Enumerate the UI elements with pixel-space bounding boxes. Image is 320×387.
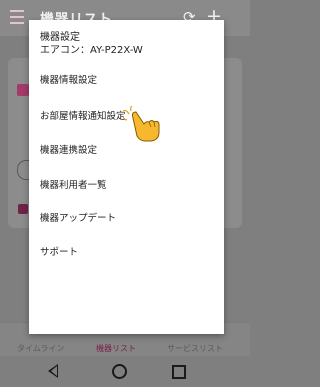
back-icon[interactable] bbox=[48, 364, 58, 378]
menu-item-device-link[interactable]: 機器連携設定 bbox=[40, 142, 97, 156]
menu-item-update[interactable]: 機器アップデート bbox=[40, 210, 116, 224]
menu-item-user-list[interactable]: 機器利用者一覧 bbox=[40, 177, 107, 191]
hamburger-menu-icon[interactable] bbox=[10, 10, 28, 24]
home-icon[interactable] bbox=[112, 364, 127, 379]
status-icon bbox=[18, 204, 28, 214]
system-nav-bar bbox=[0, 356, 250, 387]
hand-pointer-icon bbox=[123, 106, 160, 142]
menu-item-room-notify[interactable]: お部屋情報通知設定 bbox=[40, 108, 126, 122]
tab-timeline[interactable]: タイムライン bbox=[17, 343, 64, 354]
screen: 機器リスト ⟳ + ⚙ 見る タイムライン 機器リスト サービスリスト 機器設定… bbox=[0, 0, 250, 387]
menu-item-support[interactable]: サポート bbox=[40, 244, 78, 258]
recents-icon[interactable] bbox=[172, 365, 186, 379]
menu-item-device-info[interactable]: 機器情報設定 bbox=[40, 72, 97, 86]
device-settings-menu: 機器設定 エアコン：AY-P22X-W 機器情報設定 お部屋情報通知設定 機器連… bbox=[29, 20, 224, 334]
tab-service-list[interactable]: サービスリスト bbox=[167, 343, 223, 354]
tab-device-list[interactable]: 機器リスト bbox=[96, 343, 136, 354]
menu-subtitle: エアコン：AY-P22X-W bbox=[40, 45, 143, 56]
device-icon bbox=[17, 84, 29, 96]
